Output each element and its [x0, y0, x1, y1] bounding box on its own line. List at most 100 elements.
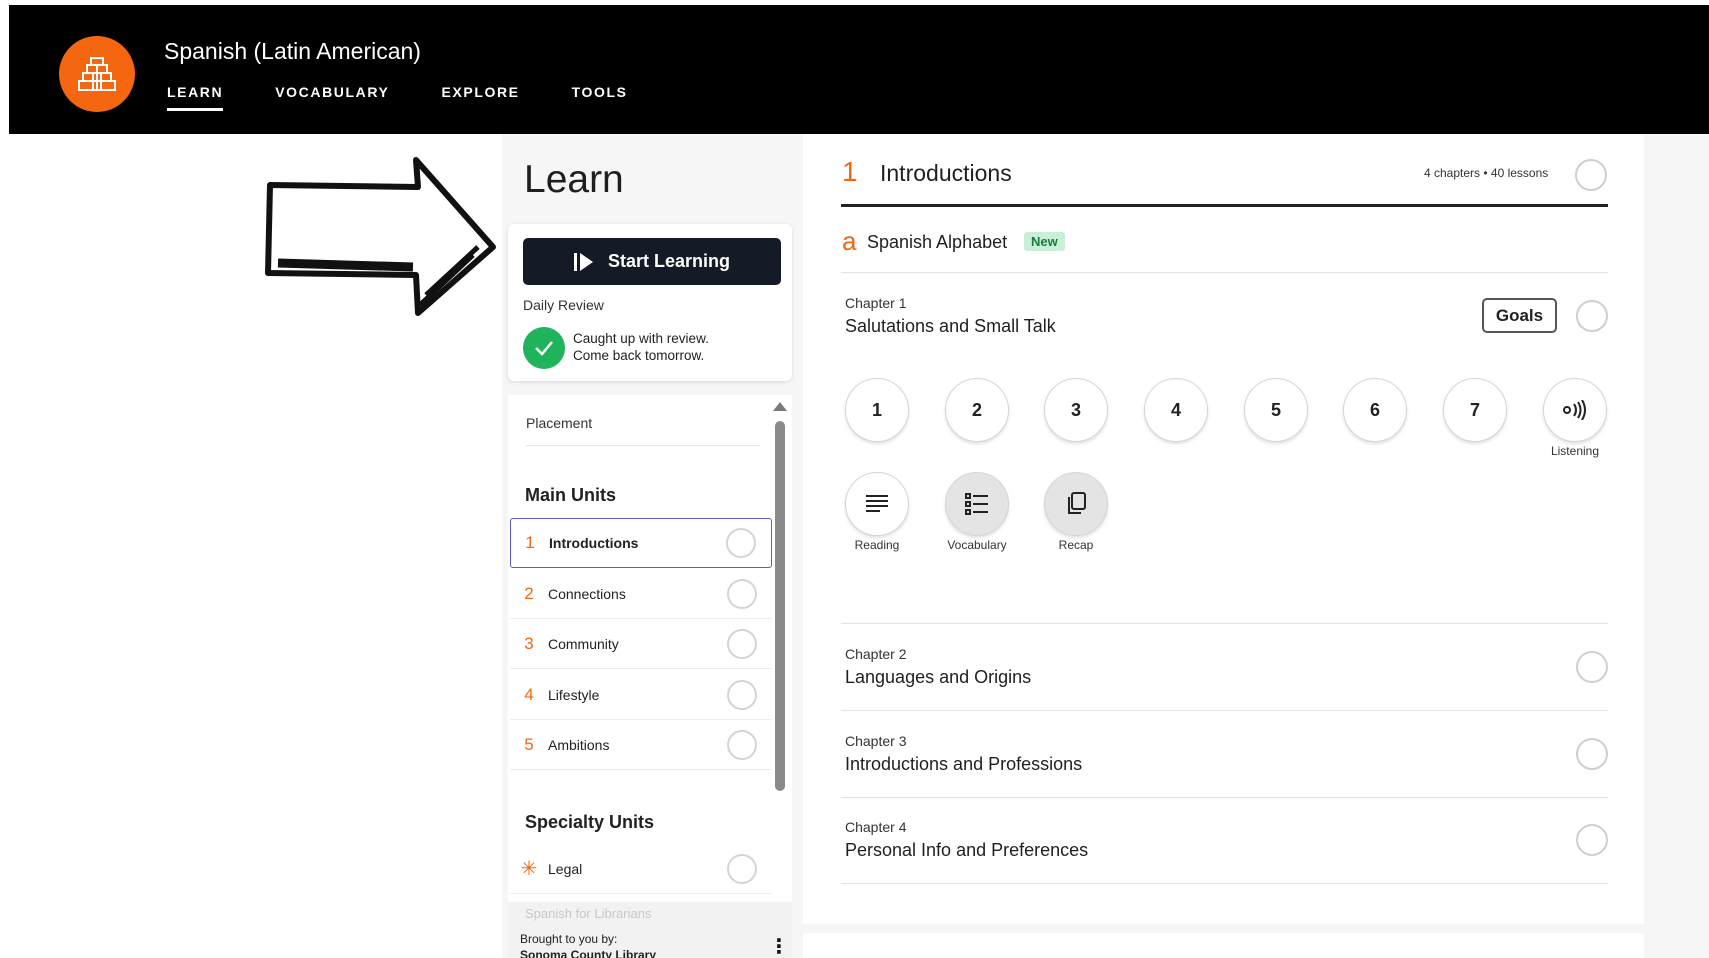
- hand-drawn-arrow-icon: [265, 157, 496, 316]
- asterisk-icon: ✳: [520, 858, 538, 880]
- lesson-3-button[interactable]: 3: [1044, 378, 1108, 442]
- chapter-title[interactable]: Introductions and Professions: [845, 754, 1082, 775]
- chapter-label: Chapter 3: [845, 733, 907, 749]
- unit-number: 4: [524, 684, 534, 704]
- placement-link[interactable]: Placement: [526, 415, 760, 446]
- nav-explore[interactable]: EXPLORE: [442, 84, 520, 111]
- listening-label: Listening: [1550, 444, 1600, 458]
- lesson-4-button[interactable]: 4: [1144, 378, 1208, 442]
- divider: [841, 272, 1608, 273]
- chapter-title[interactable]: Languages and Origins: [845, 667, 1031, 688]
- chapter-progress-ring-icon: [1576, 651, 1608, 683]
- units-scrollbar[interactable]: [771, 402, 789, 794]
- unit-divider: [841, 204, 1608, 207]
- progress-ring-icon: [727, 628, 757, 659]
- reading-button[interactable]: [845, 472, 909, 536]
- vocabulary-label: Vocabulary: [947, 538, 1007, 552]
- unit-number: 1: [842, 156, 858, 187]
- divider: [841, 797, 1608, 798]
- unit-label: Introductions: [549, 535, 639, 551]
- progress-ring-icon: [727, 729, 757, 760]
- units-sidebar: Placement Main Units 1 Introductions 2 C…: [508, 395, 792, 958]
- list-icon: [965, 493, 988, 515]
- pyramid-icon[interactable]: [59, 36, 135, 112]
- scroll-thumb[interactable]: [775, 421, 785, 791]
- alphabet-letter-icon: a: [842, 226, 857, 256]
- unit-item-spanish-for-librarians[interactable]: Spanish for Librarians: [525, 906, 651, 921]
- specialty-units-heading: Specialty Units: [525, 812, 655, 832]
- unit-label: Connections: [548, 585, 626, 602]
- unit-number: 1: [525, 533, 535, 552]
- progress-ring-icon: [726, 528, 756, 558]
- daily-review-label: Daily Review: [523, 297, 604, 313]
- progress-ring-icon: [727, 578, 757, 609]
- progress-ring-icon: [727, 679, 757, 710]
- unit-title: Introductions: [880, 160, 1012, 186]
- new-badge: New: [1024, 232, 1065, 251]
- text-lines-icon: [866, 495, 888, 512]
- divider: [841, 883, 1608, 884]
- nav-learn[interactable]: LEARN: [167, 84, 224, 111]
- top-navigation-bar: Spanish (Latin American) LEARN VOCABULAR…: [9, 5, 1709, 134]
- chapter-progress-ring-icon: [1576, 824, 1608, 856]
- spanish-alphabet-link[interactable]: Spanish Alphabet: [867, 232, 1007, 253]
- reading-label: Reading: [854, 538, 900, 552]
- brought-to-you-label: Brought to you by:: [520, 932, 618, 946]
- page-title: Learn: [524, 158, 624, 201]
- unit-item-ambitions[interactable]: 5 Ambitions: [510, 720, 772, 770]
- sound-waves-icon: [1563, 400, 1586, 420]
- unit-number: 2: [524, 583, 534, 603]
- review-status: Caught up with review. Come back tomorro…: [573, 330, 773, 364]
- lesson-6-button[interactable]: 6: [1343, 378, 1407, 442]
- lesson-7-button[interactable]: 7: [1443, 378, 1507, 442]
- review-status-line1: Caught up with review.: [573, 331, 709, 346]
- lesson-2-button[interactable]: 2: [945, 378, 1009, 442]
- next-card: [803, 933, 1644, 958]
- library-name: Sonoma County Library: [520, 948, 657, 958]
- divider: [841, 710, 1608, 711]
- divider: [841, 623, 1608, 624]
- recap-button[interactable]: [1044, 472, 1108, 536]
- unit-item-introductions[interactable]: 1 Introductions: [510, 518, 772, 568]
- unit-item-lifestyle[interactable]: 4 Lifestyle: [510, 670, 772, 720]
- nav-vocabulary[interactable]: VOCABULARY: [275, 84, 389, 111]
- unit-label: Legal: [548, 860, 583, 877]
- chapter-label: Chapter 2: [845, 646, 907, 662]
- unit-item-legal[interactable]: ✳ Legal: [510, 844, 772, 894]
- chapter-label: Chapter 1: [845, 295, 907, 311]
- play-icon: [573, 252, 593, 271]
- more-options-icon[interactable]: ⋮: [769, 934, 789, 958]
- scroll-up-arrow-icon[interactable]: [773, 402, 787, 411]
- unit-label: Ambitions: [548, 736, 610, 753]
- progress-ring-icon: [727, 853, 757, 884]
- listening-button[interactable]: [1543, 378, 1607, 442]
- unit-item-connections[interactable]: 2 Connections: [510, 569, 772, 619]
- unit-label: Lifestyle: [548, 686, 600, 703]
- recap-label: Recap: [1058, 538, 1094, 552]
- main-units-heading: Main Units: [525, 485, 617, 505]
- main-nav: LEARN VOCABULARY EXPLORE TOOLS: [167, 84, 680, 111]
- copy-pages-icon: [1068, 492, 1086, 514]
- unit-number: 5: [524, 734, 534, 754]
- sponsor-footer: Spanish for Librarians Brought to you by…: [508, 902, 792, 958]
- chapter-progress-ring-icon: [1576, 738, 1608, 770]
- start-learning-button[interactable]: Start Learning: [523, 238, 781, 285]
- start-learning-label: Start Learning: [607, 251, 731, 271]
- check-icon: [523, 327, 565, 369]
- goals-button[interactable]: Goals: [1482, 298, 1557, 333]
- unit-progress-ring-icon: [1575, 159, 1607, 191]
- chapter-title[interactable]: Salutations and Small Talk: [845, 316, 1056, 337]
- chapter-title[interactable]: Personal Info and Preferences: [845, 840, 1088, 861]
- unit-meta: 4 chapters • 40 lessons: [1424, 166, 1549, 180]
- review-status-line2: Come back tomorrow.: [573, 348, 705, 363]
- lesson-1-button[interactable]: 1: [845, 378, 909, 442]
- unit-number: 3: [524, 633, 534, 653]
- unit-label: Community: [548, 635, 619, 652]
- vocabulary-button[interactable]: [945, 472, 1009, 536]
- chapter-label: Chapter 4: [845, 819, 907, 835]
- lesson-5-button[interactable]: 5: [1244, 378, 1308, 442]
- course-title: Spanish (Latin American): [164, 38, 421, 64]
- daily-review-card: Start Learning Daily Review Caught up wi…: [508, 224, 792, 381]
- unit-item-community[interactable]: 3 Community: [510, 619, 772, 669]
- nav-tools[interactable]: TOOLS: [572, 84, 628, 111]
